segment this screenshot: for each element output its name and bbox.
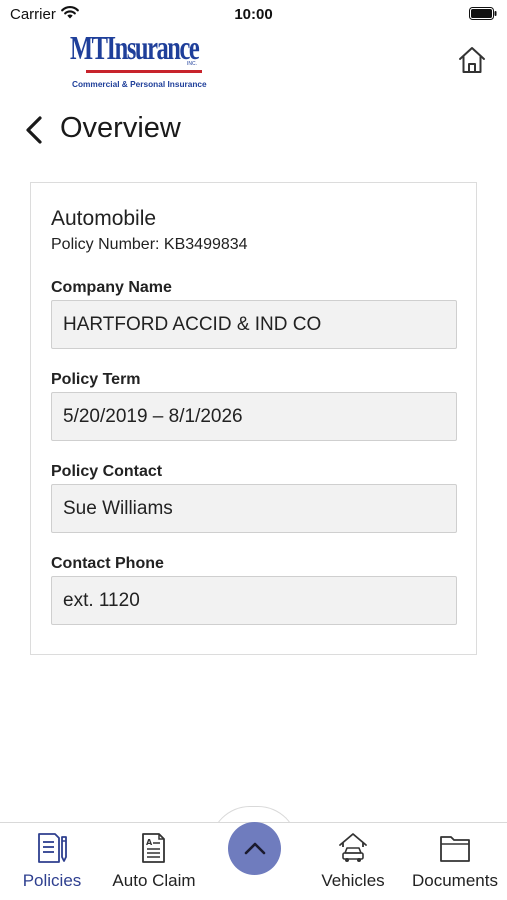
policy-card: Automobile Policy Number: KB3499834 Comp… [30, 182, 477, 655]
policy-number: Policy Number: KB3499834 [51, 236, 248, 253]
page-title: Overview [60, 112, 181, 144]
vehicles-icon [339, 833, 367, 862]
contact-phone-field[interactable]: ext. 1120 [51, 576, 457, 625]
policy-term-label: Policy Term [51, 371, 141, 388]
center-expand-button[interactable] [228, 822, 281, 875]
clock: 10:00 [234, 6, 273, 23]
chevron-left-icon [26, 116, 42, 144]
nav-bar: Overview [0, 108, 507, 152]
tab-documents[interactable]: Documents [405, 823, 505, 900]
policies-icon [38, 833, 67, 863]
tab-auto-claim[interactable]: A Auto Claim [104, 823, 204, 900]
back-button[interactable] [22, 114, 50, 146]
policy-contact-label: Policy Contact [51, 463, 163, 480]
tab-policies[interactable]: Policies [10, 823, 94, 900]
policy-type: Automobile [51, 207, 157, 230]
tab-vehicles-label: Vehicles [321, 871, 385, 890]
company-logo: MTInsurance INC. Commercial & Personal I… [70, 30, 207, 94]
tab-documents-label: Documents [412, 871, 498, 890]
company-name-field[interactable]: HARTFORD ACCID & IND CO [51, 300, 457, 349]
logo-wordmark: MTInsurance [70, 30, 200, 67]
auto-claim-icon: A [142, 833, 165, 863]
policy-term-field[interactable]: 5/20/2019 – 8/1/2026 [51, 392, 457, 441]
svg-text:A: A [146, 838, 153, 847]
logo-red-bar [86, 70, 202, 73]
policy-term-value: 5/20/2019 – 8/1/2026 [63, 405, 243, 427]
policy-contact-value: Sue Williams [63, 497, 173, 519]
tab-auto-claim-label: Auto Claim [112, 871, 196, 890]
logo-tagline: Commercial & Personal Insurance [72, 79, 207, 89]
contact-phone-label: Contact Phone [51, 555, 164, 572]
home-icon [459, 47, 485, 73]
company-name-value: HARTFORD ACCID & IND CO [63, 313, 322, 335]
company-name-label: Company Name [51, 279, 172, 296]
documents-icon [440, 836, 470, 862]
app-header: MTInsurance INC. Commercial & Personal I… [0, 28, 507, 98]
battery-icon [469, 7, 497, 25]
contact-phone-value: ext. 1120 [63, 589, 140, 611]
logo-inc: INC. [187, 61, 197, 67]
policy-contact-field[interactable]: Sue Williams [51, 484, 457, 533]
tab-vehicles[interactable]: Vehicles [310, 823, 396, 900]
chevron-up-icon [244, 842, 265, 854]
home-button[interactable] [454, 42, 490, 78]
status-bar: Carrier 10:00 [0, 0, 507, 28]
tab-policies-label: Policies [22, 871, 82, 890]
